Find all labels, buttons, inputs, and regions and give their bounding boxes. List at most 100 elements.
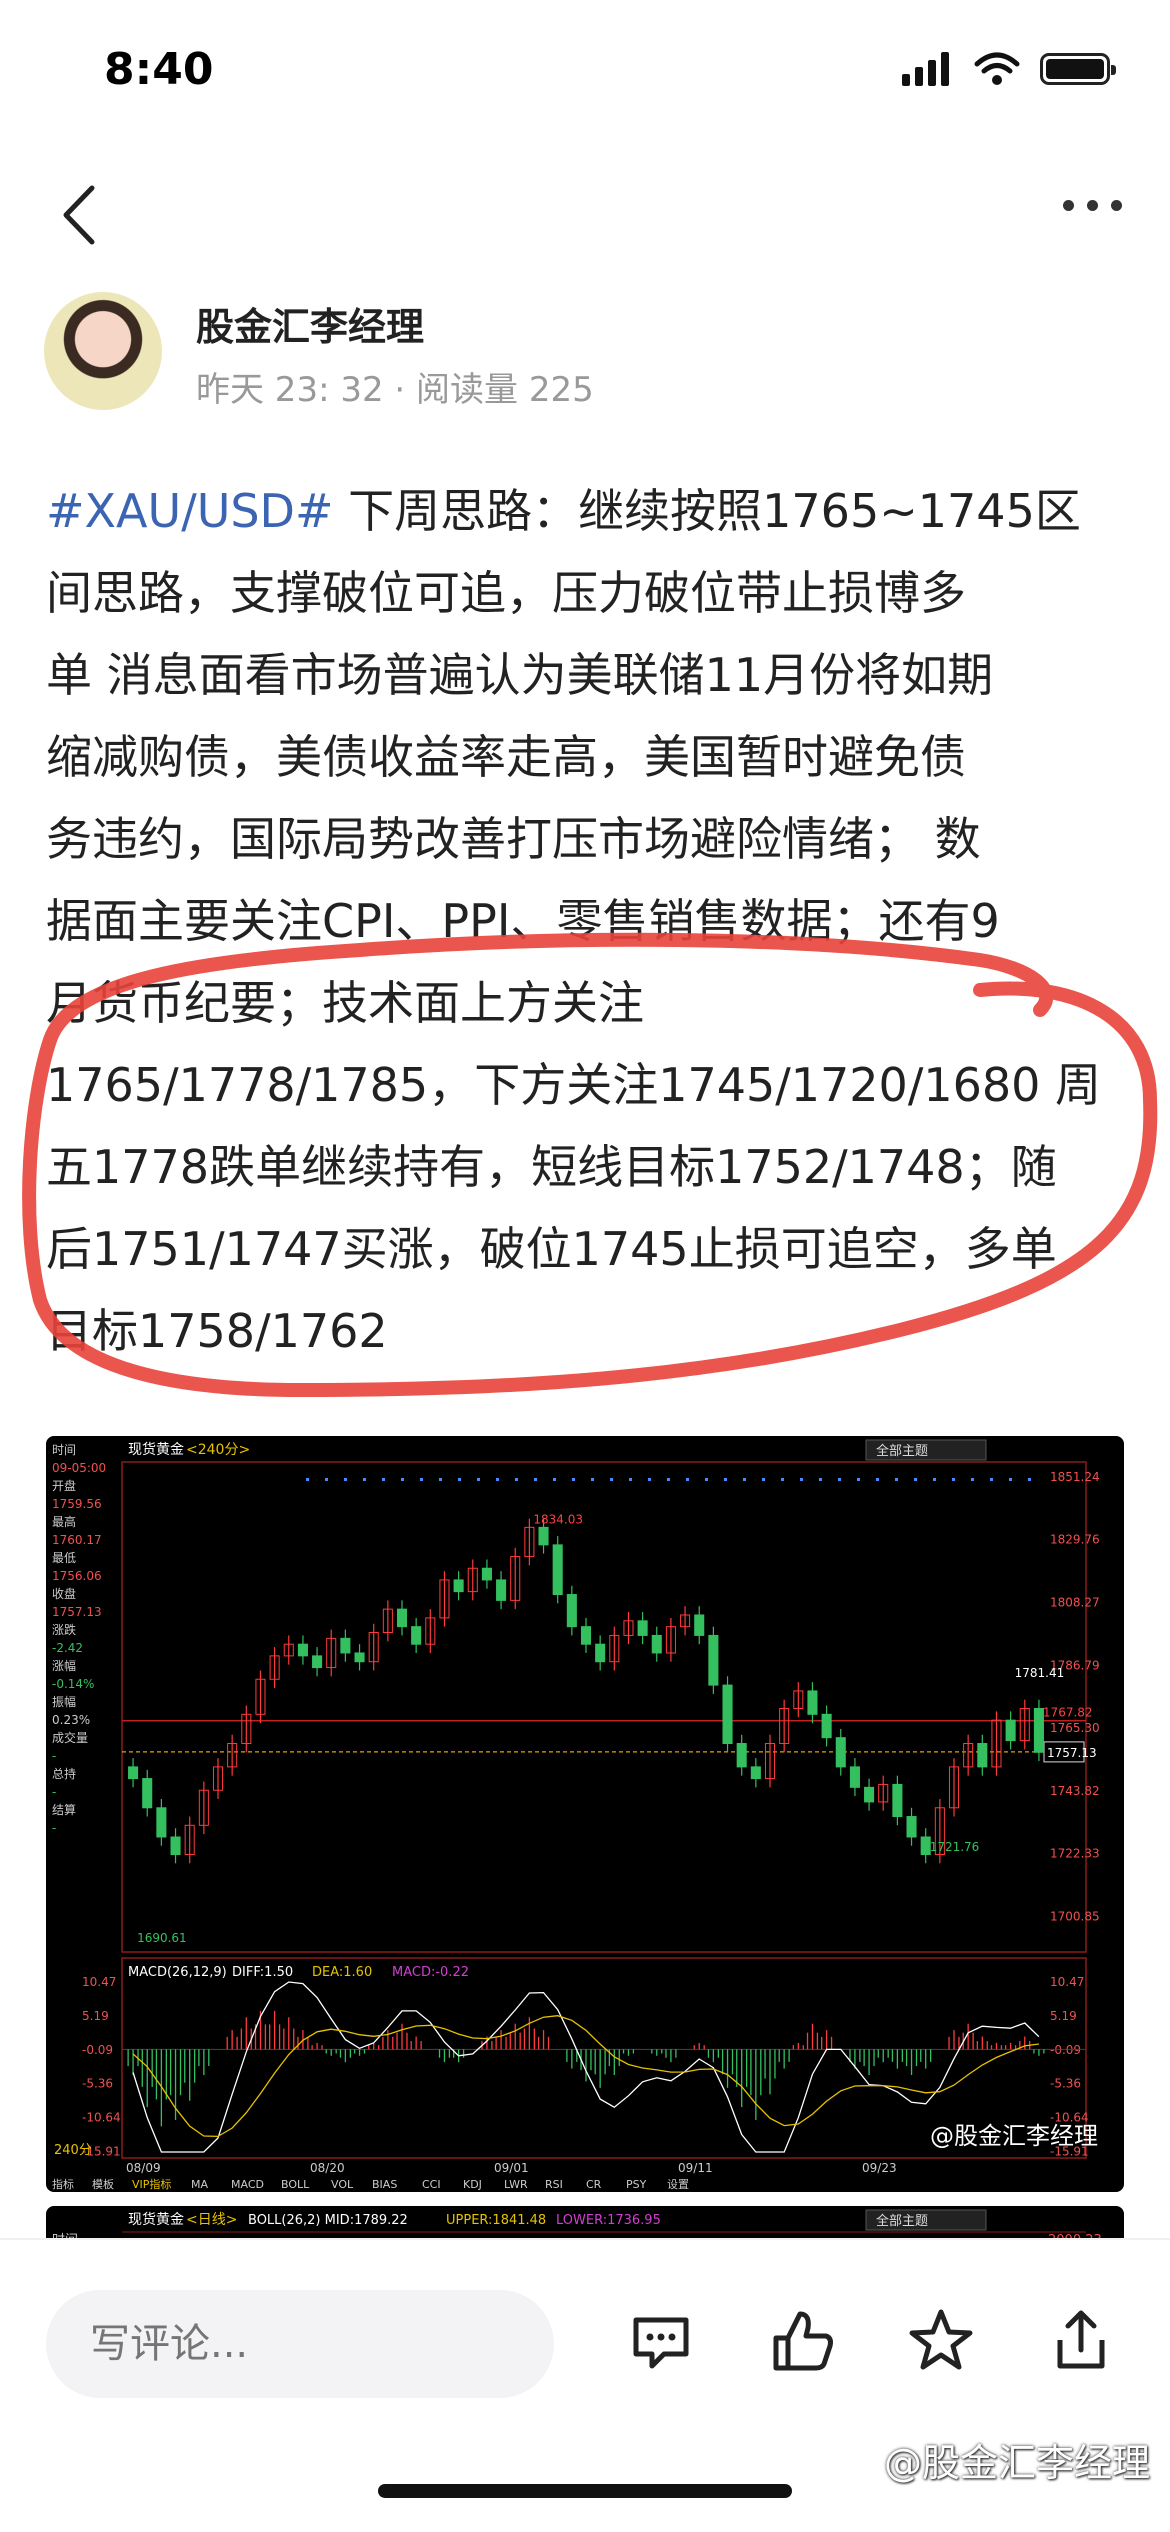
side-label: 成交量	[52, 1730, 88, 1745]
article-line: 缩减购债，美债收益率走高，美国暂时避免债	[46, 730, 966, 784]
comment-input[interactable]	[46, 2290, 554, 2398]
indicator-tab[interactable]: MACD	[231, 2178, 264, 2191]
avatar[interactable]	[44, 292, 162, 410]
signal-dot	[572, 1478, 575, 1481]
candle-body	[750, 1766, 761, 1780]
signal-dot	[743, 1478, 746, 1481]
indicator-tab[interactable]: VOL	[331, 2178, 354, 2191]
x-tick-label: 09/01	[494, 2161, 529, 2175]
indicator-tab[interactable]: BIAS	[372, 2178, 397, 2191]
indicator-tab[interactable]: RSI	[545, 2178, 563, 2191]
comment-icon[interactable]	[626, 2306, 696, 2376]
article-line: #XAU/USD# 下周思路：继续按照1765~1745区	[46, 484, 1081, 538]
price-y-tick: 1700.85	[1050, 1909, 1100, 1923]
side-label: 1759.56	[52, 1497, 102, 1511]
side-label: -	[52, 1749, 56, 1763]
back-icon[interactable]	[52, 180, 112, 250]
price-annotation: 1781.41	[1015, 1666, 1065, 1680]
share-icon[interactable]	[1046, 2306, 1116, 2376]
indicator-tab[interactable]: KDJ	[463, 2178, 482, 2191]
candle-body	[396, 1608, 408, 1628]
signal-dot	[591, 1478, 594, 1481]
chart-mode-button[interactable]: 全部主题	[876, 1443, 928, 1459]
signal-dot	[629, 1478, 632, 1481]
indicator-tab[interactable]: BOLL	[281, 2178, 310, 2191]
x-tick-label: 08/09	[126, 2161, 161, 2175]
candle-body	[142, 1778, 153, 1809]
indicator-tab[interactable]: LWR	[504, 2178, 528, 2191]
article-line: 单 消息面看市场普遍认为美联储11月份将如期	[46, 648, 994, 702]
side-label: 收盘	[52, 1586, 76, 1601]
daily-chart-title: 现货黄金	[128, 2211, 184, 2228]
side-label: 0.23%	[52, 1713, 90, 1727]
article-line: 目标1758/1762	[46, 1304, 388, 1358]
status-bar: 8:40	[0, 0, 1170, 140]
indicator-tab[interactable]: PSY	[626, 2178, 647, 2191]
signal-dot	[458, 1478, 461, 1481]
battery-icon	[1040, 53, 1116, 85]
candle-body	[312, 1655, 323, 1669]
candle-body	[892, 1783, 903, 1818]
side-label: 1756.06	[52, 1569, 102, 1583]
signal-dot	[1028, 1478, 1031, 1481]
favorite-star-icon[interactable]	[906, 2306, 976, 2376]
signal-dot	[477, 1478, 480, 1481]
indicator-tab[interactable]: 指标	[52, 2177, 74, 2191]
side-label: -2.42	[52, 1641, 83, 1655]
signal-dot	[705, 1478, 708, 1481]
price-chart[interactable]: 现货黄金 <240分> 全部主题 时间 09-05:00 开盘 1759.56 最高 17…	[46, 1436, 1124, 2192]
side-label: 开盘	[52, 1478, 76, 1493]
candle-body	[566, 1594, 577, 1628]
price-y-tick: 1851.24	[1050, 1470, 1100, 1484]
macd-y-tick-left: 10.47	[82, 1975, 116, 1989]
candle-body	[906, 1816, 917, 1838]
candle-body	[496, 1579, 507, 1601]
current-price-label: 1757.13	[1047, 1746, 1097, 1760]
home-indicator	[378, 2484, 792, 2498]
price-annotation: 1690.61	[137, 1931, 187, 1945]
status-time: 8:40	[104, 44, 214, 95]
price-annotation: 1721.76	[930, 1840, 980, 1854]
like-icon[interactable]	[768, 2306, 838, 2376]
x-tick-label: 09/11	[678, 2161, 713, 2175]
article-line: 月货币纪要；技术面上方关注	[46, 976, 644, 1030]
candle-body	[821, 1713, 832, 1739]
signal-dot	[306, 1478, 309, 1481]
side-label: 总持	[52, 1766, 76, 1781]
daily-boll-upper: UPPER:1841.48	[446, 2213, 546, 2228]
side-label: 结算	[52, 1802, 76, 1817]
signal-dot	[534, 1478, 537, 1481]
signal-dot	[610, 1478, 613, 1481]
candle-body	[170, 1836, 181, 1856]
meta-separator: ·	[394, 370, 406, 410]
bottom-action-bar: @股金汇李经理	[0, 2240, 1170, 2532]
candle-body	[694, 1614, 705, 1636]
indicator-tab[interactable]: MA	[191, 2178, 208, 2191]
indicator-tab[interactable]: CR	[586, 2178, 602, 2191]
article-line: 据面主要关注CPI、PPI、零售销售数据；还有9	[46, 894, 1000, 948]
signal-dot	[439, 1478, 442, 1481]
candle-body	[538, 1526, 549, 1546]
indicator-tab[interactable]: VIP指标	[132, 2177, 171, 2191]
candle-body	[835, 1737, 846, 1768]
article-line: 五1778跌单继续持有，短线目标1752/1748；随	[46, 1140, 1057, 1194]
daily-mode-button[interactable]: 全部主题	[876, 2213, 928, 2229]
price-y-tick: 1765.30	[1050, 1721, 1100, 1735]
signal-dot	[515, 1478, 518, 1481]
chart-watermark: @股金汇李经理	[930, 2122, 1098, 2150]
price-y-tick: 1808.27	[1050, 1596, 1100, 1610]
indicator-tab[interactable]: 设置	[667, 2178, 689, 2191]
signal-dot	[876, 1478, 879, 1481]
signal-dot	[496, 1478, 499, 1481]
more-options-icon[interactable]	[1063, 200, 1122, 211]
candle-body	[481, 1567, 492, 1581]
chart-period-tag: <240分>	[186, 1442, 250, 1458]
author-name[interactable]: 股金汇李经理	[196, 296, 424, 351]
hashtag-link[interactable]: #XAU/USD#	[46, 484, 334, 538]
macd-y-tick-right: -5.36	[1050, 2077, 1081, 2091]
signal-dot	[686, 1478, 689, 1481]
indicator-tab[interactable]: CCI	[422, 2178, 441, 2191]
signal-dot	[800, 1478, 803, 1481]
signal-dot	[971, 1478, 974, 1481]
indicator-tab[interactable]: 模板	[92, 2177, 114, 2191]
